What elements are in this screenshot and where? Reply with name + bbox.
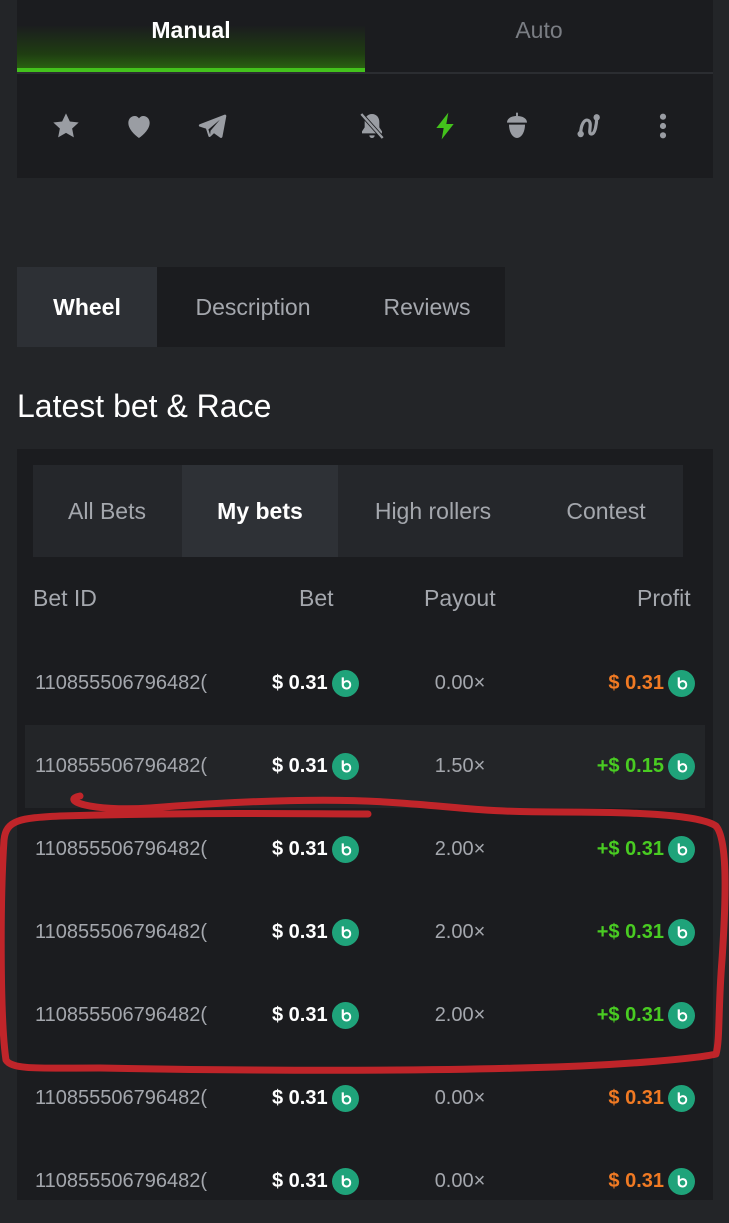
tab-contest[interactable]: Contest [533, 465, 679, 557]
bet-amount: $ 0.31 [272, 1004, 328, 1026]
bet-id-cell[interactable]: 110855506796482( [35, 974, 219, 1057]
bet-amount-cell: $ 0.31 [272, 891, 359, 974]
profit-cell: +$ 0.15 [597, 725, 695, 808]
profit-amount: +$ 0.31 [596, 921, 664, 943]
bet-id-cell[interactable]: 110855506796482( [35, 725, 219, 808]
tab-auto[interactable]: Auto [365, 0, 713, 72]
table-row[interactable]: 110855506796482( $ 0.31 0.00× $ 0.31 [25, 642, 705, 725]
profit-amount: $ 0.31 [608, 1170, 664, 1192]
bc-coin-icon [331, 1085, 359, 1112]
tab-high-rollers[interactable]: High rollers [343, 465, 523, 557]
column-header-bet: Bet [299, 585, 334, 611]
table-row[interactable]: 110855506796482( $ 0.31 2.00× +$ 0.31 [25, 891, 705, 974]
column-header-payout: Payout [424, 585, 496, 611]
bet-amount: $ 0.31 [272, 755, 328, 777]
tab-wheel[interactable]: Wheel [17, 267, 157, 347]
profit-cell: $ 0.31 [608, 642, 695, 725]
bc-coin-icon [668, 919, 695, 946]
bc-coin-icon [331, 919, 359, 946]
payout-cell: 1.50× [434, 755, 486, 777]
tab-manual[interactable]: Manual [17, 0, 365, 72]
payout-cell: 0.00× [434, 1170, 486, 1192]
payout-cell: 2.00× [434, 921, 486, 943]
bet-tabs: All Bets My bets High rollers Contest [33, 465, 683, 557]
table-row[interactable]: 110855506796482( $ 0.31 2.00× +$ 0.31 [25, 974, 705, 1057]
profit-cell: +$ 0.31 [597, 974, 695, 1057]
profit-cell: +$ 0.31 [597, 891, 695, 974]
bets-panel: All Bets My bets High rollers Contest Be… [17, 449, 713, 1200]
bc-coin-icon [331, 670, 359, 697]
section-title: Latest bet & Race [17, 388, 272, 424]
game-controls-panel: Manual Auto [17, 0, 713, 178]
lightning-icon[interactable] [423, 104, 467, 148]
bc-coin-icon [331, 836, 359, 863]
bc-coin-icon [668, 753, 695, 780]
bc-coin-icon [668, 1002, 695, 1029]
star-icon[interactable] [44, 104, 88, 148]
payout-cell: 0.00× [434, 1087, 486, 1109]
mode-tabs: Manual Auto [17, 0, 713, 74]
more-vertical-icon[interactable] [641, 104, 685, 148]
bet-amount: $ 0.31 [272, 921, 328, 943]
tab-all-bets[interactable]: All Bets [33, 465, 181, 557]
table-row[interactable]: 110855506796482( $ 0.31 1.50× +$ 0.15 [25, 725, 705, 808]
table-row[interactable]: 110855506796482( $ 0.31 0.00× $ 0.31 [25, 1057, 705, 1140]
acorn-icon[interactable] [495, 104, 539, 148]
bet-amount-cell: $ 0.31 [272, 642, 359, 725]
bet-amount: $ 0.31 [272, 1087, 328, 1109]
bet-id-cell[interactable]: 110855506796482( [35, 891, 219, 974]
bc-coin-icon [668, 1168, 695, 1195]
sound-off-icon[interactable] [350, 104, 394, 148]
table-row[interactable]: 110855506796482( $ 0.31 2.00× +$ 0.31 [25, 808, 705, 891]
payout-cell: 2.00× [434, 1004, 486, 1026]
tab-my-bets[interactable]: My bets [182, 465, 338, 557]
heart-icon[interactable] [117, 104, 161, 148]
table-row[interactable]: 110855506796482( $ 0.31 0.00× $ 0.31 [25, 1140, 705, 1223]
bc-coin-icon [331, 753, 359, 780]
payout-cell: 0.00× [434, 672, 486, 694]
game-info-tabs: Wheel Description Reviews [17, 267, 505, 347]
path-icon[interactable] [568, 104, 612, 148]
telegram-icon[interactable] [190, 104, 234, 148]
profit-cell: +$ 0.31 [597, 808, 695, 891]
profit-cell: $ 0.31 [608, 1140, 695, 1223]
bet-amount-cell: $ 0.31 [272, 808, 359, 891]
bc-coin-icon [668, 670, 695, 697]
profit-amount: $ 0.31 [608, 1087, 664, 1109]
profit-amount: +$ 0.31 [596, 838, 664, 860]
profit-amount: +$ 0.31 [596, 1004, 664, 1026]
bc-coin-icon [331, 1002, 359, 1029]
tab-reviews[interactable]: Reviews [353, 267, 501, 347]
bet-amount: $ 0.31 [272, 672, 328, 694]
bet-amount-cell: $ 0.31 [272, 974, 359, 1057]
bet-amount: $ 0.31 [272, 838, 328, 860]
profit-amount: $ 0.31 [608, 672, 664, 694]
bet-id-cell[interactable]: 110855506796482( [35, 808, 219, 891]
column-header-profit: Profit [637, 585, 691, 611]
bet-amount-cell: $ 0.31 [272, 1057, 359, 1140]
profit-amount: +$ 0.15 [596, 755, 664, 777]
bc-coin-icon [668, 836, 695, 863]
bet-amount-cell: $ 0.31 [272, 725, 359, 808]
bet-id-cell[interactable]: 110855506796482( [35, 1140, 219, 1223]
bet-id-cell[interactable]: 110855506796482( [35, 1057, 219, 1140]
bc-coin-icon [331, 1168, 359, 1195]
payout-cell: 2.00× [434, 838, 486, 860]
column-header-bet-id: Bet ID [33, 585, 97, 611]
tab-description[interactable]: Description [173, 267, 333, 347]
profit-cell: $ 0.31 [608, 1057, 695, 1140]
bet-amount-cell: $ 0.31 [272, 1140, 359, 1223]
bet-amount: $ 0.31 [272, 1170, 328, 1192]
bc-coin-icon [668, 1085, 695, 1112]
bet-id-cell[interactable]: 110855506796482( [35, 642, 219, 725]
